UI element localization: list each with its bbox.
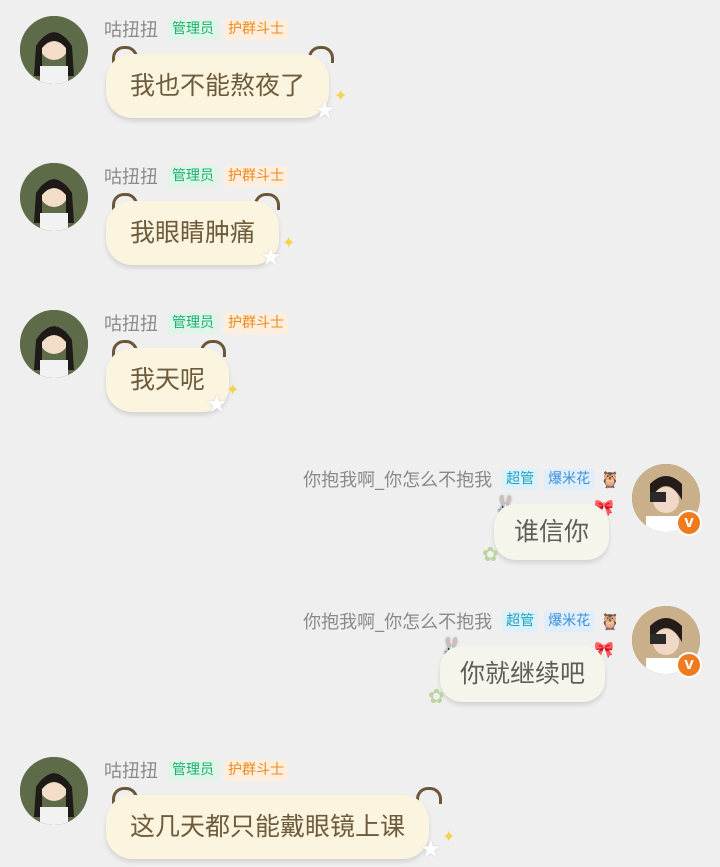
clover-icon: ✿ (428, 684, 445, 708)
star-icon: ★ (420, 835, 442, 863)
popcorn-badge: 爆米花 (544, 468, 595, 490)
sender-nickname[interactable]: 你抱我啊_你怎么不抱我 (303, 608, 492, 634)
avatar[interactable] (20, 16, 88, 84)
message-bubble[interactable]: 我也不能熬夜了 (106, 54, 330, 118)
super-admin-badge: 超管 (502, 610, 539, 632)
star-icon: ★ (206, 390, 228, 418)
message-bubble[interactable]: 这几天都只能戴眼镜上课 (106, 795, 430, 859)
sender-nickname[interactable]: 咕扭扭 (104, 757, 158, 783)
message-bubble[interactable]: 你就继续吧 (440, 646, 606, 702)
guard-badge: 护群斗士 (224, 165, 288, 187)
avatar[interactable] (20, 310, 88, 378)
sparkle-icon: ✦ (442, 827, 456, 846)
guard-badge: 护群斗士 (224, 312, 288, 334)
popcorn-badge: 爆米花 (544, 610, 595, 632)
super-admin-badge: 超管 (502, 468, 539, 490)
clover-icon: ✿ (482, 542, 499, 566)
avatar[interactable] (20, 757, 88, 825)
guard-badge: 护群斗士 (224, 18, 288, 40)
sender-nickname[interactable]: 咕扭扭 (104, 163, 158, 189)
sparkle-icon: ✦ (226, 380, 240, 399)
verified-v-icon: V (676, 510, 702, 536)
message-bubble[interactable]: 谁信你 (494, 504, 610, 560)
sparkle-icon: ✦ (282, 233, 296, 252)
star-icon: ★ (314, 96, 336, 124)
avatar[interactable] (20, 163, 88, 231)
guard-badge: 护群斗士 (224, 759, 288, 781)
star-icon: ★ (260, 243, 282, 271)
admin-badge: 管理员 (168, 312, 218, 334)
owl-badge-icon: 🦉 (600, 469, 620, 489)
sender-nickname[interactable]: 你抱我啊_你怎么不抱我 (303, 466, 492, 492)
message-bubble[interactable]: 我眼睛肿痛 (106, 201, 280, 265)
sender-nickname[interactable]: 咕扭扭 (104, 310, 158, 336)
sparkle-icon: ✦ (334, 86, 348, 105)
admin-badge: 管理员 (168, 165, 218, 187)
verified-v-icon: V (676, 652, 702, 678)
owl-badge-icon: 🦉 (600, 611, 620, 631)
admin-badge: 管理员 (168, 759, 218, 781)
sender-nickname[interactable]: 咕扭扭 (104, 16, 158, 42)
admin-badge: 管理员 (168, 18, 218, 40)
